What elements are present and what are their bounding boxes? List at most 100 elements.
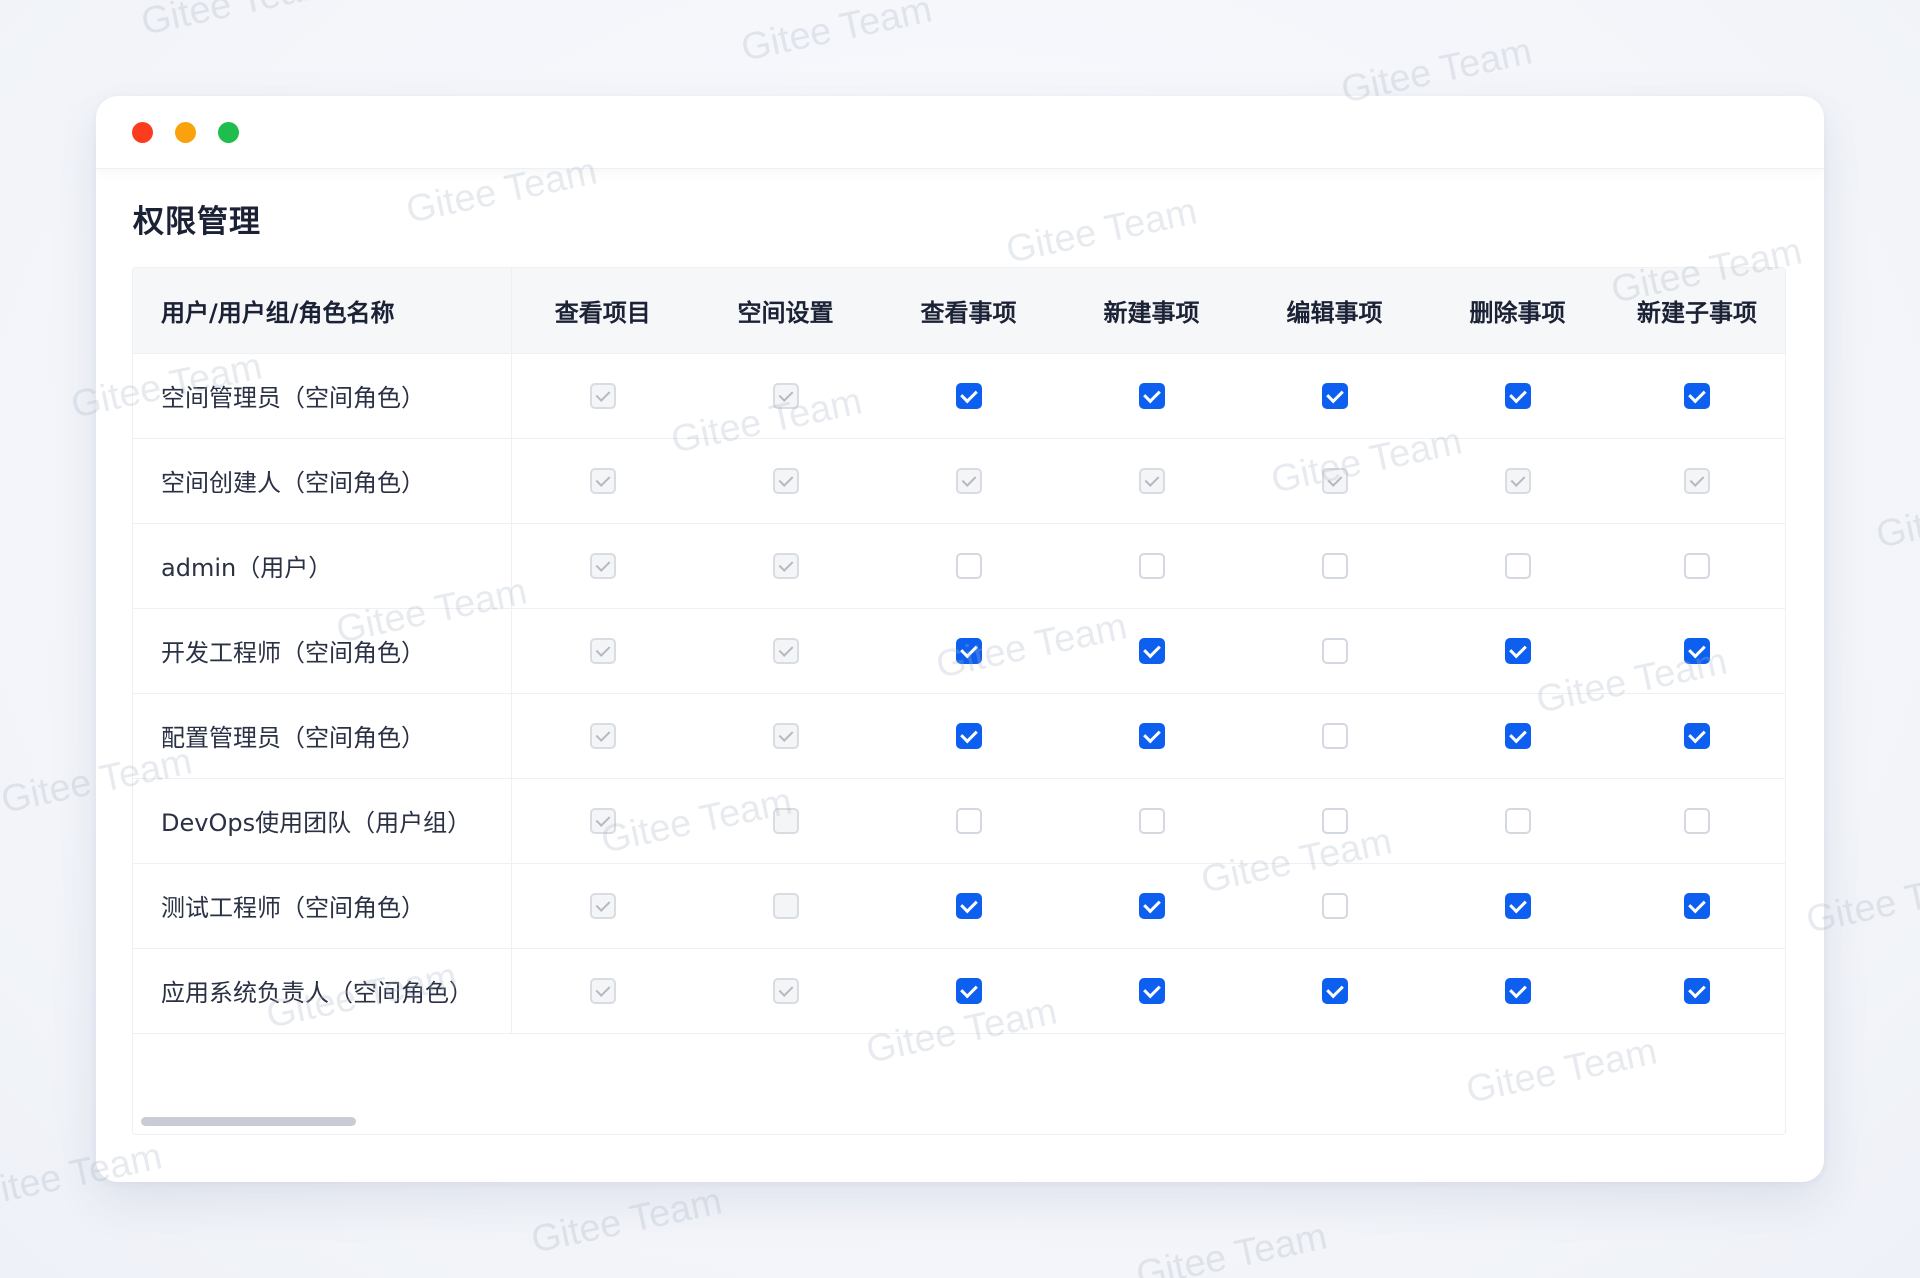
permission-checkbox[interactable]	[1138, 977, 1165, 1004]
permission-cell	[1426, 778, 1609, 864]
row-name: 开发工程师（空间角色）	[133, 608, 512, 694]
permission-checkbox	[1138, 467, 1165, 494]
table-row: DevOps使用团队（用户组）	[133, 778, 1785, 864]
permission-cell	[1609, 523, 1785, 609]
permission-checkbox[interactable]	[1138, 722, 1165, 749]
permission-checkbox	[589, 467, 616, 494]
permission-cell	[694, 523, 877, 609]
permission-checkbox[interactable]	[1504, 807, 1531, 834]
permission-cell	[511, 948, 694, 1034]
permission-checkbox	[772, 637, 799, 664]
permission-cell	[1243, 353, 1426, 439]
row-name: 空间创建人（空间角色）	[133, 438, 512, 524]
permission-cell	[1609, 778, 1785, 864]
page-title: 权限管理	[133, 204, 261, 240]
permission-checkbox[interactable]	[1138, 382, 1165, 409]
permission-checkbox[interactable]	[1321, 977, 1348, 1004]
title-bar	[96, 96, 1824, 169]
watermark-text: Gitee Team	[1132, 1215, 1331, 1278]
close-window-button[interactable]	[132, 122, 153, 143]
horizontal-scrollbar[interactable]	[141, 1117, 356, 1126]
stage: 权限管理 用户/用户组/角色名称 查看项目 空间设置 查看事项 新建事项 编辑事…	[0, 0, 1920, 1278]
permission-checkbox[interactable]	[1504, 637, 1531, 664]
permission-cell	[877, 608, 1060, 694]
permission-checkbox[interactable]	[1684, 552, 1710, 579]
permission-checkbox[interactable]	[1321, 637, 1348, 664]
permission-checkbox	[772, 552, 799, 579]
column-header-create-items: 新建事项	[1060, 268, 1243, 354]
permission-checkbox[interactable]	[1138, 552, 1165, 579]
permission-checkbox[interactable]	[1684, 807, 1710, 834]
permission-checkbox[interactable]	[1321, 892, 1348, 919]
row-name: 空间管理员（空间角色）	[133, 353, 512, 439]
permission-cell	[1060, 693, 1243, 779]
permission-checkbox[interactable]	[1684, 637, 1710, 664]
watermark-text: Gitee Team	[137, 0, 336, 44]
minimize-window-button[interactable]	[175, 122, 196, 143]
permission-checkbox[interactable]	[955, 722, 982, 749]
permission-checkbox[interactable]	[1504, 892, 1531, 919]
permission-cell	[1060, 353, 1243, 439]
table-body: 空间管理员（空间角色） 空间创建人（空间角色） admin（用户） 开发工程师（空间角…	[133, 353, 1785, 1034]
permission-checkbox	[1504, 467, 1531, 494]
permission-checkbox[interactable]	[1684, 382, 1710, 409]
permission-cell	[1060, 863, 1243, 949]
permission-checkbox[interactable]	[1321, 552, 1348, 579]
permission-checkbox[interactable]	[1321, 382, 1348, 409]
permission-checkbox[interactable]	[1504, 382, 1531, 409]
permission-checkbox	[955, 467, 982, 494]
app-window: 权限管理 用户/用户组/角色名称 查看项目 空间设置 查看事项 新建事项 编辑事…	[96, 96, 1824, 1182]
permission-checkbox[interactable]	[955, 637, 982, 664]
permission-checkbox[interactable]	[955, 807, 982, 834]
permission-cell	[1243, 438, 1426, 524]
permission-checkbox[interactable]	[1138, 637, 1165, 664]
permission-cell	[1609, 353, 1785, 439]
permission-checkbox[interactable]	[1684, 722, 1710, 749]
permission-checkbox[interactable]	[955, 892, 982, 919]
permission-checkbox[interactable]	[1321, 807, 1348, 834]
permission-cell	[694, 693, 877, 779]
permission-cell	[877, 693, 1060, 779]
permission-cell	[1243, 693, 1426, 779]
row-name: admin（用户）	[133, 523, 512, 609]
permission-checkbox[interactable]	[955, 977, 982, 1004]
permission-checkbox[interactable]	[955, 382, 982, 409]
column-header-view-items: 查看事项	[877, 268, 1060, 354]
column-header-create-subitems: 新建子事项	[1609, 268, 1785, 354]
permission-checkbox[interactable]	[1684, 977, 1710, 1004]
permission-checkbox[interactable]	[955, 552, 982, 579]
permission-checkbox	[772, 892, 799, 919]
permission-cell	[1243, 523, 1426, 609]
permission-cell	[694, 353, 877, 439]
permission-cell	[1426, 353, 1609, 439]
permission-checkbox[interactable]	[1321, 722, 1348, 749]
permission-checkbox[interactable]	[1138, 807, 1165, 834]
permission-cell	[511, 693, 694, 779]
permission-checkbox[interactable]	[1504, 722, 1531, 749]
maximize-window-button[interactable]	[218, 122, 239, 143]
table-row: 应用系统负责人（空间角色）	[133, 948, 1785, 1034]
permission-cell	[694, 863, 877, 949]
watermark-text: Gitee Team	[527, 1180, 726, 1262]
permission-cell	[511, 778, 694, 864]
permission-cell	[1060, 438, 1243, 524]
permission-checkbox[interactable]	[1684, 892, 1710, 919]
permission-checkbox	[772, 467, 799, 494]
permission-checkbox[interactable]	[1138, 892, 1165, 919]
table-row: admin（用户）	[133, 523, 1785, 609]
table-row: 空间管理员（空间角色）	[133, 353, 1785, 439]
column-header-edit-items: 编辑事项	[1243, 268, 1426, 354]
watermark-text: Gitee Team	[737, 0, 936, 70]
permission-checkbox[interactable]	[1504, 977, 1531, 1004]
permission-cell	[877, 353, 1060, 439]
permission-checkbox	[589, 722, 616, 749]
permission-checkbox	[589, 977, 616, 1004]
permission-cell	[1426, 863, 1609, 949]
permission-cell	[511, 608, 694, 694]
permission-cell	[1609, 438, 1785, 524]
permission-cell	[1243, 948, 1426, 1034]
permission-cell	[694, 608, 877, 694]
permission-cell	[1243, 778, 1426, 864]
permission-checkbox[interactable]	[1504, 552, 1531, 579]
permission-cell	[1609, 863, 1785, 949]
